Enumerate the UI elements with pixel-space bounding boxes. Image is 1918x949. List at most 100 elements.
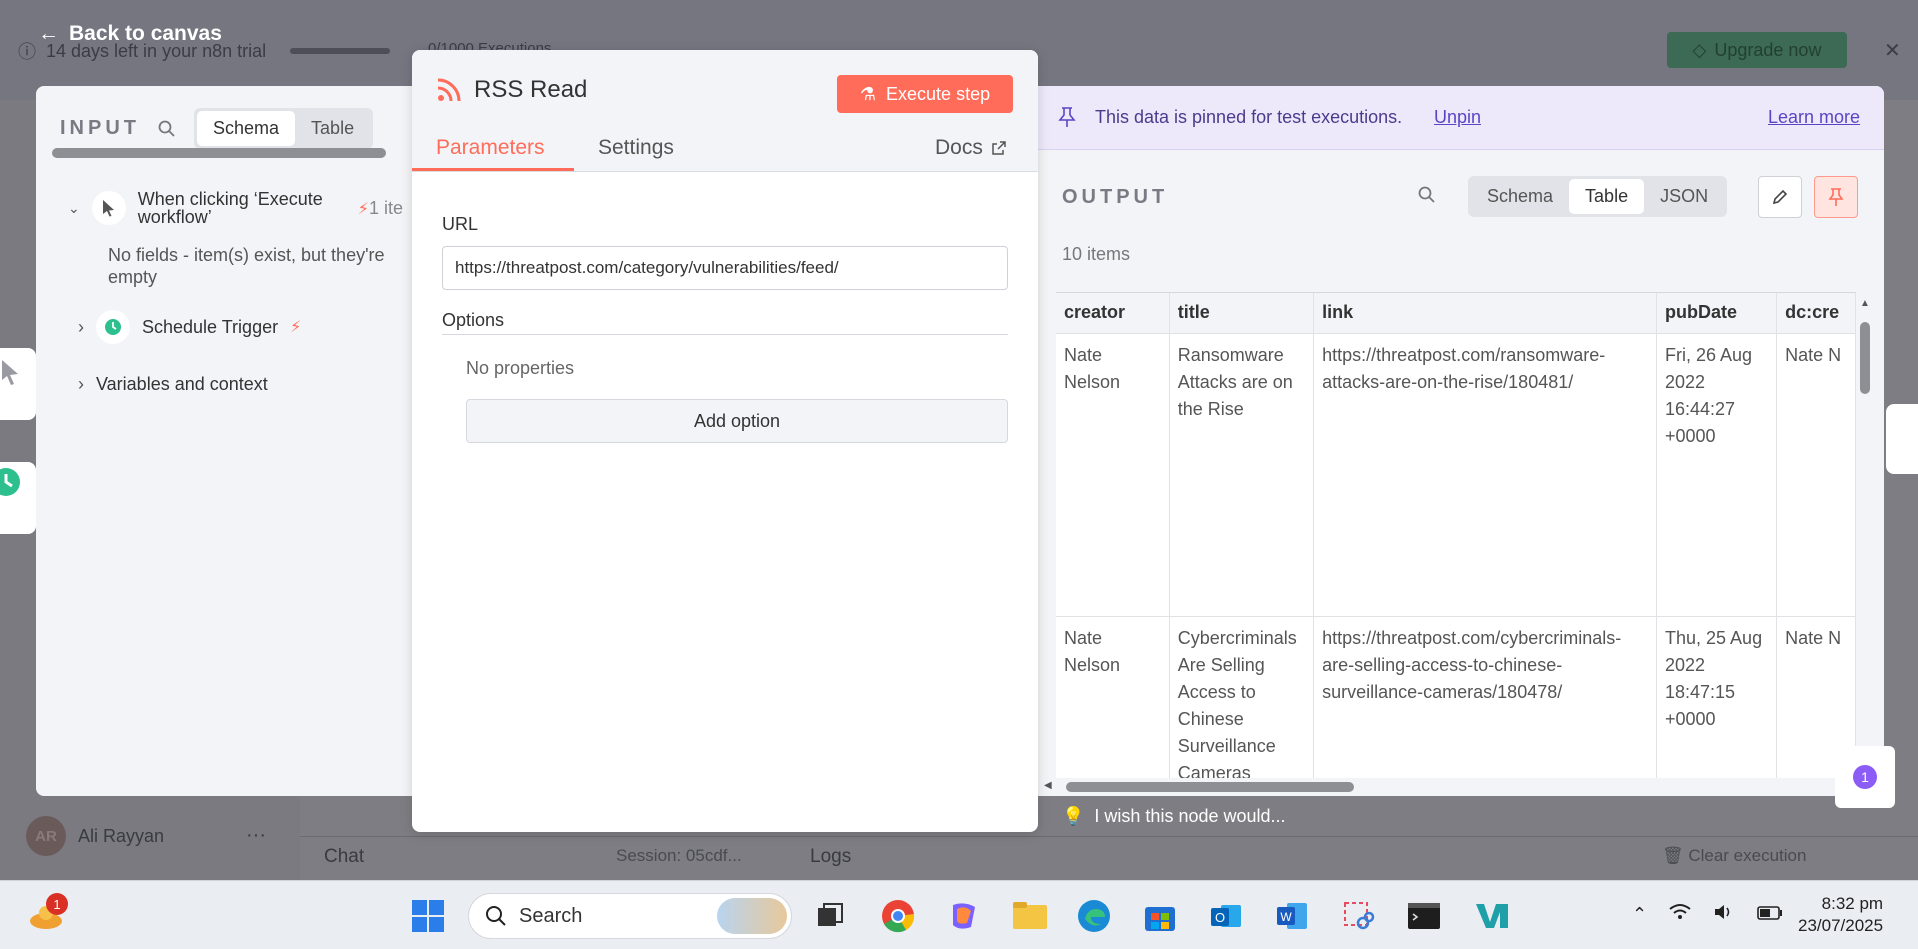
word-icon[interactable]: W — [1274, 898, 1310, 934]
unpin-link[interactable]: Unpin — [1434, 107, 1481, 128]
search-icon — [486, 906, 506, 926]
cell-dc-creator: Nate N — [1776, 333, 1856, 617]
user-profile[interactable]: AR Ali Rayyan — [26, 816, 164, 856]
output-panel: This data is pinned for test executions.… — [1038, 86, 1884, 796]
pinned-data-banner: This data is pinned for test executions.… — [1038, 86, 1884, 150]
canvas-node-stub — [0, 348, 36, 420]
volume-icon[interactable] — [1713, 903, 1735, 926]
copilot-icon[interactable] — [946, 898, 982, 934]
search-icon[interactable] — [1418, 186, 1436, 204]
notification-widget[interactable]: 1 — [1835, 746, 1895, 808]
file-explorer-icon[interactable] — [1012, 898, 1048, 934]
docs-link[interactable]: Docs — [935, 136, 1007, 160]
tab-settings[interactable]: Settings — [598, 136, 674, 160]
table-horizontal-scrollbar[interactable]: ◀ — [1038, 778, 1884, 796]
column-header: creator — [1056, 293, 1170, 334]
scroll-up-icon[interactable]: ▲ — [1860, 298, 1870, 309]
chrome-icon[interactable] — [880, 898, 916, 934]
scrollbar-thumb[interactable] — [1066, 782, 1354, 792]
task-view-icon[interactable] — [812, 898, 848, 934]
item-count: ⚡1 ite — [357, 197, 403, 218]
node-title[interactable]: RSS Read — [474, 76, 587, 104]
chevron-up-icon[interactable]: ⌃ — [1632, 904, 1647, 925]
items-count: 10 items — [1062, 244, 1131, 264]
cell-title: Cybercriminals Are Selling Access to Chi… — [1169, 616, 1315, 778]
pin-data-button[interactable] — [1814, 176, 1858, 218]
flask-icon: ⚗ — [859, 83, 877, 104]
store-icon[interactable] — [1142, 898, 1178, 934]
scroll-left-icon[interactable]: ◀ — [1044, 780, 1052, 791]
tree-item-schedule-trigger[interactable]: › Schedule Trigger ⚡ — [78, 310, 301, 344]
clock-icon — [96, 310, 130, 344]
upgrade-button[interactable]: ◇ Upgrade now — [1667, 32, 1847, 68]
avatar: AR — [26, 816, 66, 856]
back-label: Back to canvas — [69, 22, 222, 45]
execute-step-label: Execute step — [886, 83, 991, 104]
close-icon[interactable]: ✕ — [1884, 38, 1901, 63]
pin-icon — [1828, 188, 1844, 206]
scrollbar-thumb[interactable] — [1860, 322, 1870, 394]
input-panel: INPUT Schema Table ⌄ When clicking ‘Exec… — [36, 86, 436, 796]
input-title: INPUT — [60, 117, 140, 139]
outlook-icon[interactable]: O — [1208, 898, 1244, 934]
edge-icon[interactable] — [1076, 898, 1112, 934]
table-row: Nate Nelson Cybercriminals Are Selling A… — [1056, 616, 1856, 778]
execute-step-button[interactable]: ⚗ Execute step — [837, 75, 1013, 113]
notification-count: 1 — [1853, 765, 1877, 789]
tab-table[interactable]: Table — [1569, 179, 1645, 214]
chevron-right-icon: › — [78, 316, 84, 337]
windows-start-icon[interactable] — [410, 898, 446, 934]
column-header: pubDate — [1656, 293, 1778, 334]
back-to-canvas-link[interactable]: ← Back to canvas — [38, 22, 222, 46]
table-vertical-scrollbar[interactable]: ▲ — [1856, 292, 1874, 778]
docs-label: Docs — [935, 136, 983, 159]
wifi-icon[interactable] — [1669, 903, 1691, 926]
edit-output-button[interactable] — [1758, 176, 1802, 218]
session-label: Session: 05cdf... — [616, 846, 742, 865]
chat-label[interactable]: Chat — [324, 846, 364, 868]
cell-link: https://threatpost.com/ransomware-attack… — [1313, 333, 1657, 617]
clock[interactable]: 8:32 pm 23/07/2025 — [1798, 893, 1883, 937]
cell-link: https://threatpost.com/cybercriminals-ar… — [1313, 616, 1657, 778]
rss-icon — [437, 78, 461, 102]
clear-execution-button[interactable]: 🗑 Clear execution — [1662, 846, 1806, 866]
system-tray: ⌃ — [1632, 903, 1783, 926]
svg-text:O: O — [1215, 910, 1225, 925]
tab-table[interactable]: Table — [295, 111, 370, 146]
snipping-tool-icon[interactable] — [1340, 898, 1376, 934]
tab-parameters[interactable]: Parameters — [436, 136, 545, 160]
cell-pubdate: Thu, 25 Aug 2022 18:47:15 +0000 — [1656, 616, 1778, 778]
logs-label[interactable]: Logs — [810, 846, 851, 868]
cursor-icon — [91, 191, 126, 225]
no-properties-text: No properties — [466, 358, 575, 378]
canvas-node-stub — [1886, 404, 1918, 474]
info-icon: ⓘ — [18, 42, 36, 62]
pin-icon — [1058, 107, 1076, 127]
column-header: dc:cre — [1776, 293, 1856, 334]
vs-icon[interactable] — [1474, 898, 1510, 934]
terminal-icon[interactable] — [1406, 898, 1442, 934]
tab-schema[interactable]: Schema — [1471, 179, 1569, 214]
output-view-tabs: Schema Table JSON — [1468, 176, 1728, 217]
add-option-button[interactable]: Add option — [466, 399, 1008, 443]
learn-more-link[interactable]: Learn more — [1768, 107, 1860, 128]
battery-icon[interactable] — [1757, 904, 1783, 925]
taskbar: 1 Search O W ⌃ 8:32 pm 23/07/2025 — [0, 880, 1918, 949]
taskbar-search[interactable]: Search — [468, 893, 792, 939]
svg-text:W: W — [1280, 910, 1292, 924]
table-header-row: creator title link pubDate dc:cre — [1056, 293, 1856, 334]
wish-feedback[interactable]: 💡 I wish this node would... — [1062, 806, 1286, 827]
more-icon[interactable]: ··· — [246, 824, 266, 847]
input-scrollbar[interactable] — [52, 148, 422, 158]
tab-schema[interactable]: Schema — [197, 111, 296, 146]
lightbulb-icon: 💡 — [1062, 806, 1085, 826]
active-tab-indicator — [412, 168, 574, 171]
search-icon[interactable] — [158, 120, 176, 138]
scrollbar-thumb[interactable] — [52, 148, 386, 158]
tab-json[interactable]: JSON — [1644, 179, 1724, 214]
tree-item-variables[interactable]: › Variables and context — [78, 374, 268, 395]
tree-item-manual-trigger[interactable]: ⌄ When clicking ‘Execute workflow’ ⚡1 it… — [68, 190, 403, 226]
date-text: 23/07/2025 — [1798, 916, 1884, 935]
url-input[interactable]: https://threatpost.com/category/vulnerab… — [442, 246, 1008, 290]
trash-icon: 🗑 — [1662, 846, 1684, 865]
